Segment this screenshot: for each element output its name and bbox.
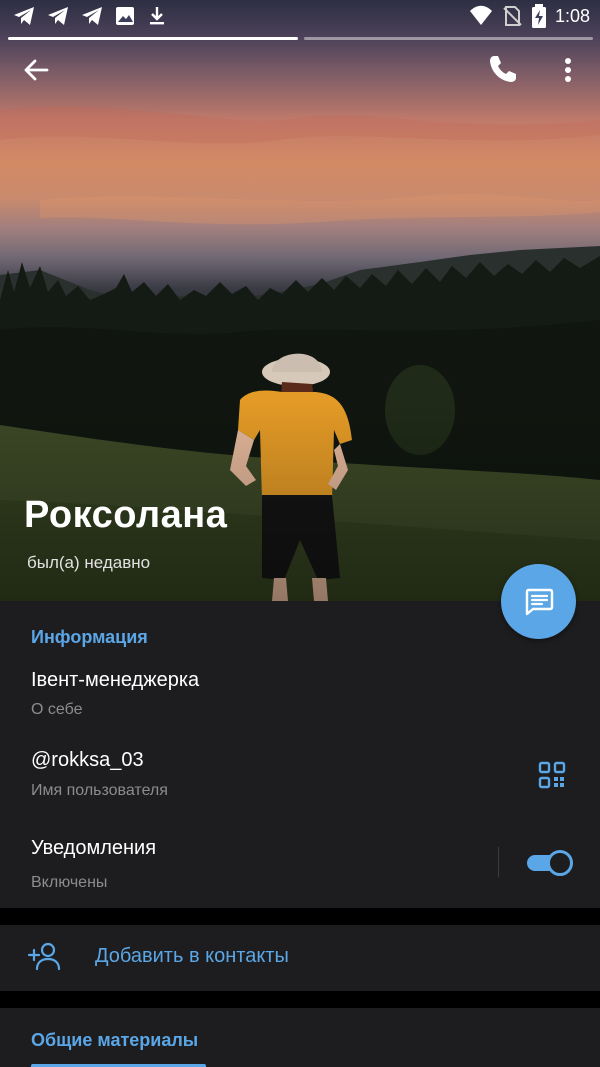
- no-sim-icon: [503, 6, 522, 26]
- photo-progress-bars: [8, 37, 593, 40]
- photo-progress-segment: [303, 37, 593, 40]
- info-section: Информация Івент-менеджерка О себе @rokk…: [0, 601, 600, 908]
- username-text[interactable]: @rokksa_03: [31, 749, 144, 772]
- add-contact-label: Добавить в контакты: [95, 945, 289, 967]
- bio-label: О себе: [31, 701, 83, 718]
- more-vertical-icon[interactable]: [556, 54, 580, 86]
- tab-shared-media[interactable]: Общие материалы: [31, 1030, 198, 1051]
- info-section-title: Информация: [31, 627, 148, 647]
- clock: 1:08: [554, 5, 590, 26]
- telegram-icon: [14, 7, 34, 25]
- photo-progress-segment-active: [8, 37, 298, 40]
- toolbar: [0, 52, 600, 88]
- message-button[interactable]: [501, 564, 576, 639]
- notifications-state: Включены: [31, 874, 108, 891]
- phone-icon[interactable]: [486, 52, 520, 86]
- bio-text[interactable]: Івент-менеджерка: [31, 669, 199, 692]
- download-icon: [150, 7, 164, 25]
- profile-photo[interactable]: 1:08 Роксолана был(а) недавно: [0, 0, 600, 601]
- telegram-icon: [48, 7, 68, 25]
- message-icon: [525, 588, 553, 615]
- back-arrow-icon[interactable]: [20, 54, 52, 86]
- shared-media-section: Общие материалы: [0, 1008, 600, 1067]
- divider: [498, 847, 499, 877]
- profile-last-seen: был(а) недавно: [27, 553, 151, 572]
- username-label: Имя пользователя: [31, 782, 168, 799]
- status-bar: 1:08: [0, 0, 600, 34]
- telegram-icon: [82, 7, 102, 25]
- wifi-icon: [469, 5, 492, 25]
- section-gap: [0, 991, 600, 1008]
- notifications-toggle[interactable]: [527, 849, 573, 877]
- profile-name: Роксолана: [24, 494, 228, 536]
- add-person-icon: [27, 942, 61, 971]
- battery-charging-icon: [531, 4, 546, 28]
- image-icon: [116, 7, 134, 25]
- add-contact-button[interactable]: Добавить в контакты: [0, 925, 600, 991]
- qr-code-icon[interactable]: [538, 761, 566, 789]
- section-gap: [0, 908, 600, 925]
- notifications-title[interactable]: Уведомления: [31, 837, 156, 860]
